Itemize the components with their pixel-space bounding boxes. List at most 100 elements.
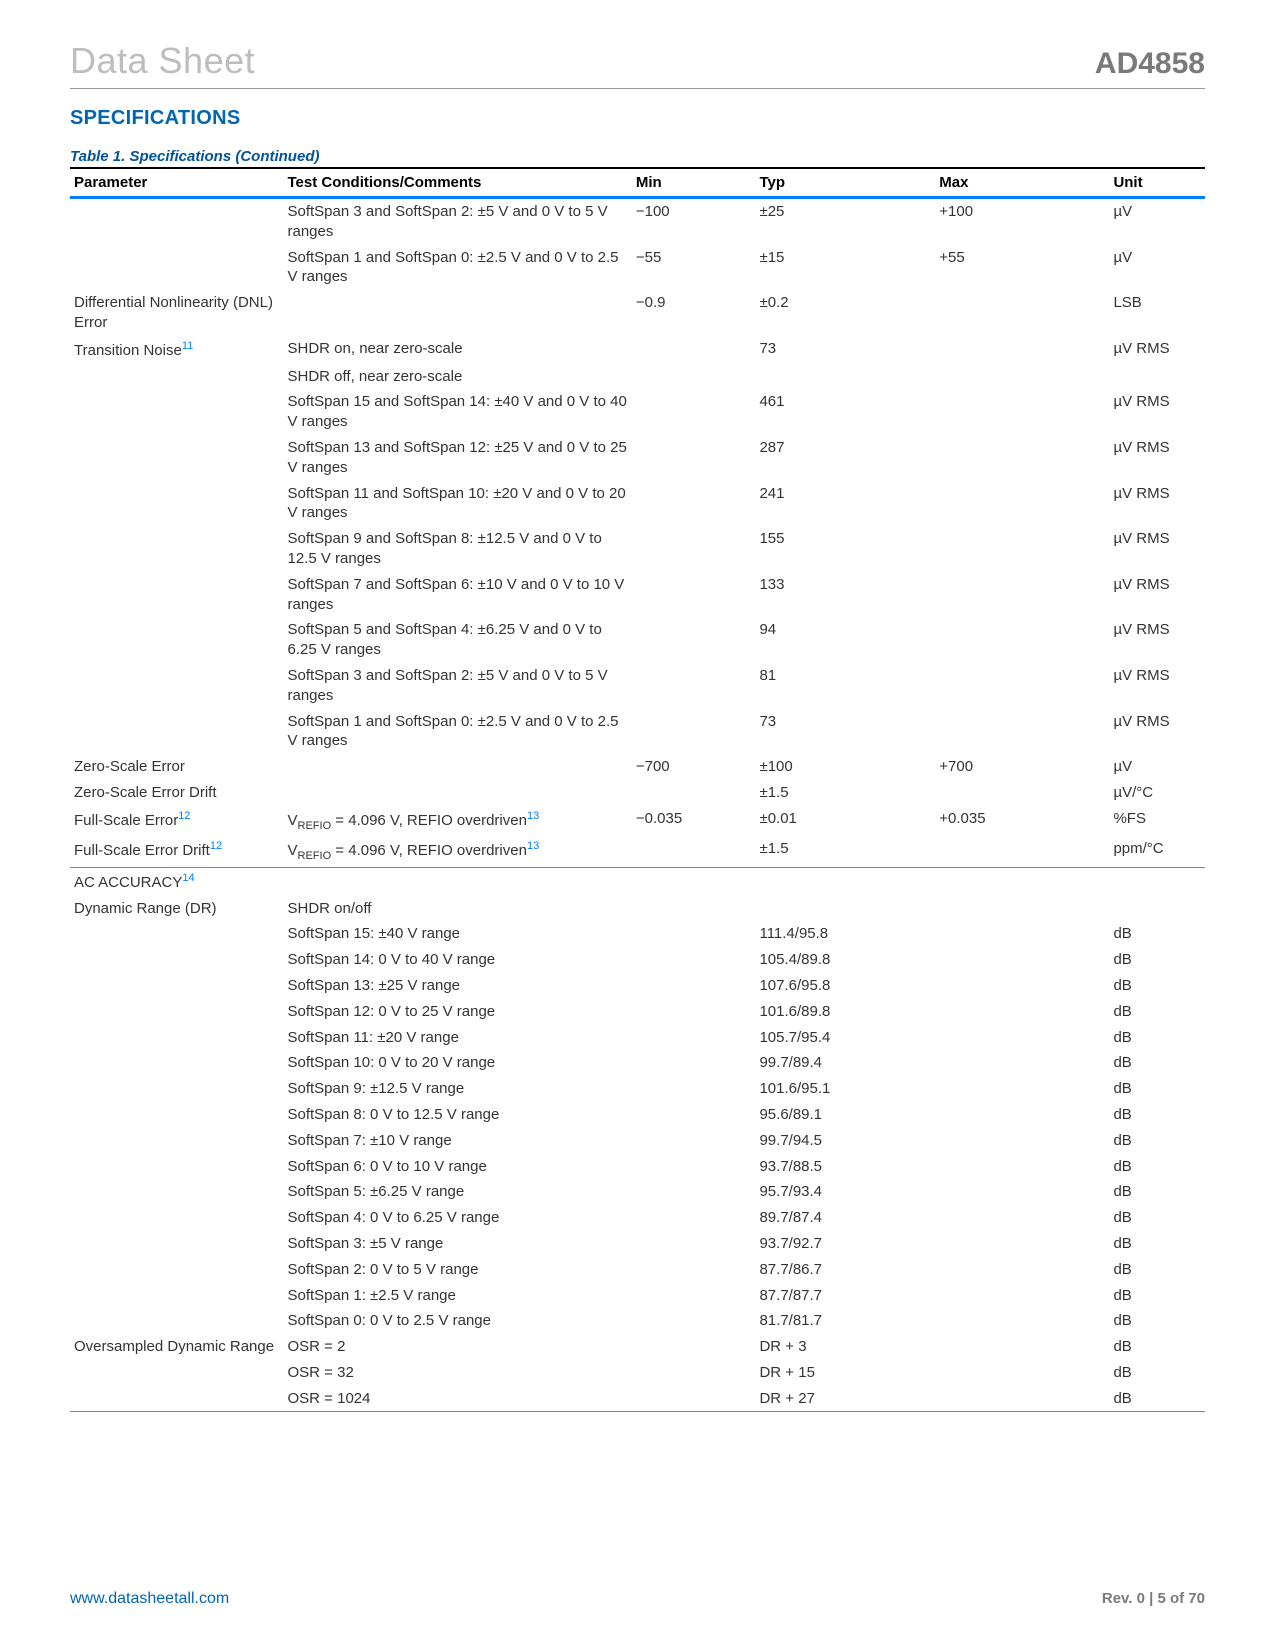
- cell-parameter: [70, 1386, 284, 1412]
- cell-parameter: [70, 245, 284, 291]
- cell-typ: 99.7/89.4: [755, 1050, 935, 1076]
- cell-parameter: [70, 1179, 284, 1205]
- cell-parameter: [70, 198, 284, 245]
- cell-conditions: SHDR on, near zero-scale: [284, 336, 632, 364]
- cell-parameter: Zero-Scale Error: [70, 754, 284, 780]
- cell-conditions: SoftSpan 12: 0 V to 25 V range: [284, 999, 632, 1025]
- cell-min: [632, 867, 756, 895]
- cell-conditions: SoftSpan 7 and SoftSpan 6: ±10 V and 0 V…: [284, 572, 632, 618]
- cell-parameter: [70, 1205, 284, 1231]
- cell-max: [935, 709, 1109, 755]
- cell-max: [935, 1128, 1109, 1154]
- cell-parameter: [70, 1025, 284, 1051]
- table-row: SoftSpan 9: ±12.5 V range101.6/95.1dB: [70, 1076, 1205, 1102]
- doc-type: Data Sheet: [70, 40, 255, 82]
- cell-unit: dB: [1109, 1386, 1205, 1412]
- cell-unit: dB: [1109, 1154, 1205, 1180]
- table-row: Differential Nonlinearity (DNL) Error−0.…: [70, 290, 1205, 336]
- table-row: SoftSpan 5 and SoftSpan 4: ±6.25 V and 0…: [70, 617, 1205, 663]
- cell-unit: µV RMS: [1109, 481, 1205, 527]
- cell-typ: ±0.01: [755, 806, 935, 837]
- cell-typ: 73: [755, 709, 935, 755]
- table-row: SoftSpan 9 and SoftSpan 8: ±12.5 V and 0…: [70, 526, 1205, 572]
- cell-parameter: [70, 617, 284, 663]
- cell-max: [935, 572, 1109, 618]
- cell-typ: 107.6/95.8: [755, 973, 935, 999]
- col-min: Min: [632, 168, 756, 198]
- cell-min: [632, 896, 756, 922]
- cell-unit: µV: [1109, 198, 1205, 245]
- cell-unit: µV: [1109, 754, 1205, 780]
- cell-parameter: Oversampled Dynamic Range: [70, 1334, 284, 1360]
- cell-conditions: SoftSpan 9 and SoftSpan 8: ±12.5 V and 0…: [284, 526, 632, 572]
- cell-max: [935, 1231, 1109, 1257]
- cell-min: [632, 1360, 756, 1386]
- table-row: SoftSpan 2: 0 V to 5 V range87.7/86.7dB: [70, 1257, 1205, 1283]
- cell-conditions: [284, 780, 632, 806]
- cell-typ: ±15: [755, 245, 935, 291]
- cell-typ: 105.7/95.4: [755, 1025, 935, 1051]
- table-row: SoftSpan 5: ±6.25 V range95.7/93.4dB: [70, 1179, 1205, 1205]
- cell-typ: 461: [755, 389, 935, 435]
- cell-min: −0.035: [632, 806, 756, 837]
- cell-max: +100: [935, 198, 1109, 245]
- cell-max: [935, 526, 1109, 572]
- cell-max: [935, 1334, 1109, 1360]
- cell-max: +700: [935, 754, 1109, 780]
- cell-parameter: [70, 1076, 284, 1102]
- cell-unit: LSB: [1109, 290, 1205, 336]
- cell-min: [632, 389, 756, 435]
- cell-conditions: [284, 867, 632, 895]
- table-row: SoftSpan 7 and SoftSpan 6: ±10 V and 0 V…: [70, 572, 1205, 618]
- footer-url[interactable]: www.datasheetall.com: [70, 1590, 229, 1608]
- cell-conditions: VREFIO = 4.096 V, REFIO overdriven13: [284, 806, 632, 837]
- cell-min: [632, 836, 756, 867]
- cell-conditions: SoftSpan 7: ±10 V range: [284, 1128, 632, 1154]
- cell-typ: 95.6/89.1: [755, 1102, 935, 1128]
- page-header: Data Sheet AD4858: [70, 40, 1205, 89]
- cell-conditions: SoftSpan 3: ±5 V range: [284, 1231, 632, 1257]
- table-row: SoftSpan 8: 0 V to 12.5 V range95.6/89.1…: [70, 1102, 1205, 1128]
- cell-typ: 101.6/95.1: [755, 1076, 935, 1102]
- cell-parameter: Full-Scale Error Drift12: [70, 836, 284, 867]
- table-row: Full-Scale Error Drift12VREFIO = 4.096 V…: [70, 836, 1205, 867]
- cell-min: [632, 1334, 756, 1360]
- cell-unit: µV RMS: [1109, 336, 1205, 364]
- cell-parameter: [70, 389, 284, 435]
- cell-unit: %FS: [1109, 806, 1205, 837]
- cell-min: [632, 1283, 756, 1309]
- cell-typ: 81.7/81.7: [755, 1308, 935, 1334]
- cell-typ: [755, 867, 935, 895]
- cell-typ: ±0.2: [755, 290, 935, 336]
- cell-conditions: SHDR on/off: [284, 896, 632, 922]
- cell-max: [935, 290, 1109, 336]
- table-row: SoftSpan 10: 0 V to 20 V range99.7/89.4d…: [70, 1050, 1205, 1076]
- cell-conditions: SoftSpan 9: ±12.5 V range: [284, 1076, 632, 1102]
- table-row: SoftSpan 13 and SoftSpan 12: ±25 V and 0…: [70, 435, 1205, 481]
- cell-max: [935, 1076, 1109, 1102]
- col-unit: Unit: [1109, 168, 1205, 198]
- table-row: SoftSpan 14: 0 V to 40 V range105.4/89.8…: [70, 947, 1205, 973]
- cell-max: [935, 836, 1109, 867]
- cell-max: [935, 1308, 1109, 1334]
- cell-max: [935, 435, 1109, 481]
- cell-unit: dB: [1109, 1102, 1205, 1128]
- col-typ: Typ: [755, 168, 935, 198]
- cell-parameter: [70, 999, 284, 1025]
- cell-conditions: OSR = 32: [284, 1360, 632, 1386]
- cell-parameter: [70, 1050, 284, 1076]
- cell-min: −100: [632, 198, 756, 245]
- cell-min: [632, 481, 756, 527]
- cell-min: [632, 1050, 756, 1076]
- cell-max: [935, 1386, 1109, 1412]
- part-number: AD4858: [1095, 47, 1205, 81]
- cell-typ: 94: [755, 617, 935, 663]
- cell-typ: 81: [755, 663, 935, 709]
- table-row: SoftSpan 3 and SoftSpan 2: ±5 V and 0 V …: [70, 663, 1205, 709]
- cell-max: [935, 1179, 1109, 1205]
- cell-parameter: [70, 435, 284, 481]
- col-parameter: Parameter: [70, 168, 284, 198]
- table-row: SoftSpan 4: 0 V to 6.25 V range89.7/87.4…: [70, 1205, 1205, 1231]
- cell-typ: 99.7/94.5: [755, 1128, 935, 1154]
- cell-unit: µV RMS: [1109, 617, 1205, 663]
